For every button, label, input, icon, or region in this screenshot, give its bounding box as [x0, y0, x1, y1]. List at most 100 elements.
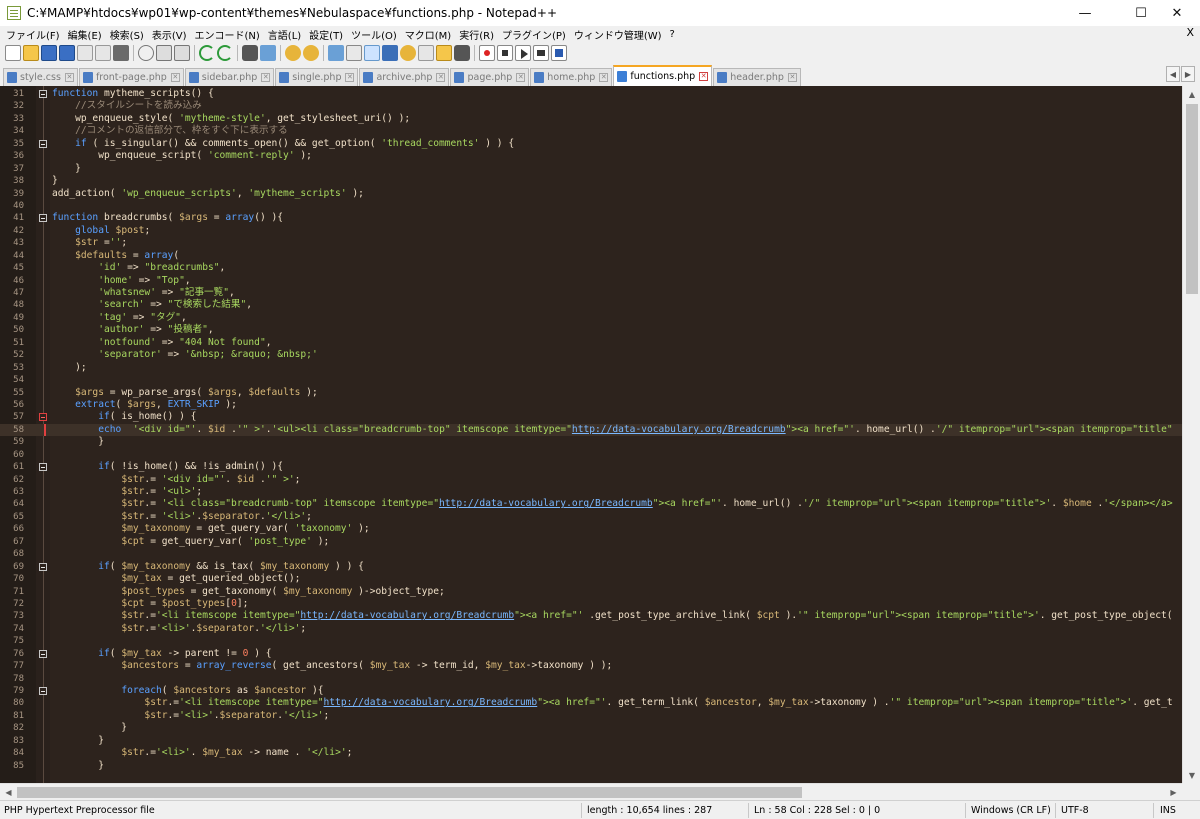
- code-line[interactable]: 52 'separator' => '&nbsp; &raquo; &nbsp;…: [0, 349, 1182, 361]
- code-text[interactable]: $args = wp_parse_args( $args, $defaults …: [52, 387, 318, 399]
- tab-close-icon[interactable]: ✕: [787, 73, 797, 82]
- code-text[interactable]: global $post;: [52, 225, 150, 237]
- tab-close-icon[interactable]: ✕: [599, 73, 609, 82]
- code-line[interactable]: 56 extract( $args, EXTR_SKIP );: [0, 399, 1182, 411]
- code-line[interactable]: 44 $defaults = array(: [0, 250, 1182, 262]
- status-encoding[interactable]: UTF-8: [1057, 801, 1089, 819]
- code-line[interactable]: 39 add_action( 'wp_enqueue_scripts', 'myt…: [0, 188, 1182, 200]
- code-line[interactable]: 48 'search' => "で検索した結果",: [0, 299, 1182, 311]
- scroll-up-icon[interactable]: ▲: [1183, 86, 1200, 102]
- code-text[interactable]: $my_taxonomy = get_query_var( 'taxonomy'…: [52, 523, 369, 535]
- menu-run[interactable]: 実行(R): [455, 27, 498, 42]
- code-text[interactable]: $str.= '<ul>';: [52, 486, 202, 498]
- save-icon[interactable]: [41, 45, 57, 61]
- tab-scroll-right-icon[interactable]: ▶: [1181, 66, 1195, 82]
- menu-search[interactable]: 検索(S): [106, 27, 148, 42]
- menu-language[interactable]: 言語(L): [264, 27, 305, 42]
- code-text[interactable]: $str.= '<li>'.$separator.'</li>';: [52, 511, 312, 523]
- tab-archive-php[interactable]: archive.php ✕: [359, 68, 450, 86]
- fold-minus-icon[interactable]: [39, 90, 47, 98]
- menu-encoding[interactable]: エンコード(N): [191, 27, 264, 42]
- undo-icon[interactable]: [199, 45, 215, 61]
- menu-file[interactable]: ファイル(F): [0, 27, 64, 42]
- code-text[interactable]: echo '<div id="'. $id .'" >'.'<ul><li cl…: [52, 424, 1172, 436]
- vertical-scroll-thumb[interactable]: [1186, 104, 1198, 294]
- code-line[interactable]: 51 'notfound' => "404 Not found",: [0, 337, 1182, 349]
- code-text[interactable]: function mytheme_scripts() {: [52, 88, 214, 100]
- code-line[interactable]: 68: [0, 548, 1182, 560]
- code-line[interactable]: 35 if ( is_singular() && comments_open()…: [0, 138, 1182, 150]
- code-text[interactable]: if( $my_taxonomy && is_tax( $my_taxonomy…: [52, 561, 364, 573]
- code-text[interactable]: $defaults = array(: [52, 250, 179, 262]
- code-text[interactable]: $ancestors = array_reverse( get_ancestor…: [52, 660, 612, 672]
- code-line[interactable]: 75: [0, 635, 1182, 647]
- code-line[interactable]: 32 //スタイルシートを読み込み: [0, 100, 1182, 112]
- code-line[interactable]: 73 $str.='<li itemscope itemtype="http:/…: [0, 610, 1182, 622]
- tab-single-php[interactable]: single.php ✕: [275, 68, 359, 86]
- macro-stop-icon[interactable]: [497, 45, 513, 61]
- document-map-icon[interactable]: [400, 45, 416, 61]
- code-line[interactable]: 77 $ancestors = array_reverse( get_ances…: [0, 660, 1182, 672]
- tab-style-css[interactable]: style.css ✕: [3, 68, 78, 86]
- code-text[interactable]: $str.='<li itemscope itemtype="http://da…: [52, 697, 1172, 709]
- close-window-button[interactable]: ✕: [1154, 0, 1200, 26]
- code-line[interactable]: 85 }: [0, 760, 1182, 772]
- code-text[interactable]: $str ='';: [52, 237, 127, 249]
- code-line[interactable]: 43 $str ='';: [0, 237, 1182, 249]
- code-line[interactable]: 33 wp_enqueue_style( 'mytheme-style', ge…: [0, 113, 1182, 125]
- code-line[interactable]: 83 }: [0, 735, 1182, 747]
- cut-icon[interactable]: [138, 45, 154, 61]
- code-line[interactable]: 46 'home' => "Top",: [0, 275, 1182, 287]
- fold-minus-icon[interactable]: [39, 413, 47, 422]
- fold-minus-icon[interactable]: [39, 463, 47, 472]
- code-line[interactable]: 57 if( is_home() ) {: [0, 411, 1182, 423]
- close-document-button[interactable]: X: [1186, 26, 1194, 39]
- folder-workspace-icon[interactable]: [436, 45, 452, 61]
- code-line[interactable]: 65 $str.= '<li>'.$separator.'</li>';: [0, 511, 1182, 523]
- code-text[interactable]: //スタイルシートを読み込み: [52, 100, 202, 112]
- code-line[interactable]: 66 $my_taxonomy = get_query_var( 'taxono…: [0, 523, 1182, 535]
- code-text[interactable]: $str.='<li>'.$separator.'</li>';: [52, 623, 306, 635]
- tab-functions-php[interactable]: functions.php ✕: [613, 65, 713, 86]
- fold-minus-icon[interactable]: [39, 649, 47, 658]
- code-text[interactable]: $str.= '<div id="'. $id .'" >';: [52, 474, 300, 486]
- code-line[interactable]: 80 $str.='<li itemscope itemtype="http:/…: [0, 697, 1182, 709]
- code-text[interactable]: }: [52, 760, 104, 772]
- code-text[interactable]: extract( $args, EXTR_SKIP );: [52, 399, 237, 411]
- code-text[interactable]: 'separator' => '&nbsp; &raquo; &nbsp;': [52, 349, 318, 361]
- code-line[interactable]: 55 $args = wp_parse_args( $args, $defaul…: [0, 387, 1182, 399]
- code-text[interactable]: 'search' => "で検索した結果",: [52, 299, 252, 311]
- code-editor[interactable]: 31 function mytheme_scripts() {32 //スタイルシ…: [0, 86, 1200, 783]
- code-line[interactable]: 62 $str.= '<div id="'. $id .'" >';: [0, 474, 1182, 486]
- copy-icon[interactable]: [156, 45, 172, 61]
- sync-vertical-icon[interactable]: [328, 45, 344, 61]
- code-text[interactable]: wp_enqueue_style( 'mytheme-style', get_s…: [52, 113, 410, 125]
- monitor-icon[interactable]: [454, 45, 470, 61]
- code-line[interactable]: 41 function breadcrumbs( $args = array() …: [0, 212, 1182, 224]
- macro-run-multiple-icon[interactable]: [533, 45, 549, 61]
- code-line[interactable]: 81 $str.='<li>'.$separator.'</li>';: [0, 710, 1182, 722]
- code-text[interactable]: }: [52, 163, 81, 175]
- menu-edit[interactable]: 編集(E): [64, 27, 106, 42]
- code-text[interactable]: wp_enqueue_script( 'comment-reply' );: [52, 150, 312, 162]
- code-line[interactable]: 47 'whatsnew' => "記事一覧",: [0, 287, 1182, 299]
- tab-header-php[interactable]: header.php ✕: [713, 68, 801, 86]
- code-line[interactable]: 49 'tag' => "タグ",: [0, 312, 1182, 324]
- code-line[interactable]: 54: [0, 374, 1182, 386]
- scroll-right-icon[interactable]: ▶: [1165, 784, 1182, 801]
- fold-minus-icon[interactable]: [39, 687, 47, 695]
- minimize-button[interactable]: —: [1062, 0, 1108, 26]
- menu-view[interactable]: 表示(V): [148, 27, 191, 42]
- code-line[interactable]: 63 $str.= '<ul>';: [0, 486, 1182, 498]
- scroll-left-icon[interactable]: ◀: [0, 784, 17, 801]
- menu-help[interactable]: ?: [666, 29, 679, 40]
- code-line[interactable]: 38}: [0, 175, 1182, 187]
- indent-guide-icon[interactable]: [364, 45, 380, 61]
- tab-page-php[interactable]: page.php ✕: [450, 68, 530, 86]
- code-line[interactable]: 45 'id' => "breadcrumbs",: [0, 262, 1182, 274]
- code-text[interactable]: 'home' => "Top",: [52, 275, 190, 287]
- menu-macro[interactable]: マクロ(M): [401, 27, 455, 42]
- code-text[interactable]: if( is_home() ) {: [52, 411, 196, 423]
- code-text[interactable]: function breadcrumbs( $args = array() ){: [52, 212, 283, 224]
- tab-front-page-php[interactable]: front-page.php ✕: [78, 68, 184, 86]
